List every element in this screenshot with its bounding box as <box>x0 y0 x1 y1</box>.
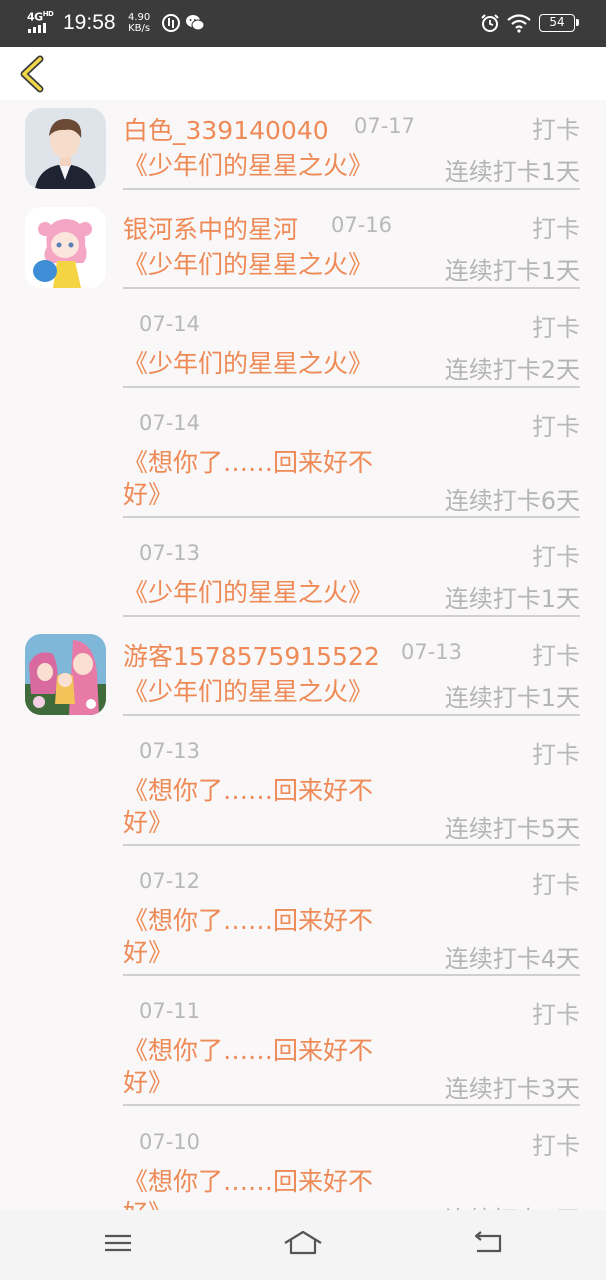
divider <box>123 188 580 190</box>
book-title[interactable]: 《想你了……回来好不 <box>123 775 373 807</box>
entry-header: 07-14 打卡 <box>123 306 580 342</box>
entry-header: 07-13 打卡 <box>123 535 580 571</box>
back-icon[interactable] <box>467 1226 507 1260</box>
checkin-label: 打卡 <box>532 543 580 571</box>
entry-header: 07-10 打卡 <box>123 1124 580 1160</box>
streak-text: 连续打卡4天 <box>444 945 580 973</box>
entry-date: 07-12 <box>139 869 201 893</box>
streak-text: 连续打卡3天 <box>444 1075 580 1103</box>
username[interactable]: 白色_339140040 <box>123 111 329 147</box>
entry-header: 07-11 打卡 <box>123 993 580 1029</box>
checkin-label: 打卡 <box>532 116 580 144</box>
entry-header: 游客1578575915522 07-13 打卡 <box>123 634 580 671</box>
book-title-cont[interactable]: 好》 <box>123 1198 173 1210</box>
entry-date: 07-13 <box>139 739 201 763</box>
book-title[interactable]: 《少年们的星星之火》 <box>123 577 373 609</box>
streak-text: 连续打卡6天 <box>444 487 580 515</box>
signal-icon <box>28 23 54 33</box>
divider <box>123 287 580 289</box>
data-saver-icon <box>162 14 180 32</box>
book-title-cont[interactable]: 好》 <box>123 807 173 839</box>
list-item[interactable]: 07-10 打卡 《想你了……回来好不 好》 连续打卡2天 <box>0 1124 606 1210</box>
clock: 19:58 <box>63 11 116 34</box>
chevron-left-icon[interactable] <box>12 53 52 95</box>
checkin-label: 打卡 <box>532 741 580 769</box>
divider <box>123 516 580 518</box>
avatar[interactable] <box>25 108 106 189</box>
checkin-label: 打卡 <box>532 642 580 670</box>
divider <box>123 844 580 846</box>
list-item[interactable]: 游客1578575915522 07-13 打卡 《少年们的星星之火》 连续打卡… <box>0 634 606 724</box>
menu-icon[interactable] <box>98 1226 138 1260</box>
streak-text: 连续打卡2天 <box>444 356 580 384</box>
entry-date: 07-13 <box>401 640 463 664</box>
entry-date: 07-14 <box>139 411 201 435</box>
book-title-cont[interactable]: 好》 <box>123 937 173 969</box>
book-title[interactable]: 《想你了……回来好不 <box>123 447 373 479</box>
network-speed: 4.90 KB/s <box>128 12 151 34</box>
list-item[interactable]: 07-11 打卡 《想你了……回来好不 好》 连续打卡3天 <box>0 993 606 1113</box>
streak-text: 连续打卡1天 <box>444 684 580 712</box>
entry-date: 07-11 <box>139 999 201 1023</box>
entry-date: 07-13 <box>139 541 201 565</box>
divider <box>123 615 580 617</box>
checkin-label: 打卡 <box>532 215 580 243</box>
divider <box>123 974 580 976</box>
divider <box>123 714 580 716</box>
entry-date: 07-16 <box>331 213 393 237</box>
list-item[interactable]: 银河系中的星河 07-16 打卡 《少年们的星星之火》 连续打卡1天 <box>0 207 606 297</box>
wifi-icon <box>507 14 531 33</box>
list-item[interactable]: 07-13 打卡 《少年们的星星之火》 连续打卡1天 <box>0 535 606 625</box>
entry-header: 07-14 打卡 <box>123 405 580 441</box>
streak-text: 连续打卡2天 <box>445 1200 580 1210</box>
book-title[interactable]: 《少年们的星星之火》 <box>123 348 373 380</box>
entry-header: 银河系中的星河 07-16 打卡 <box>123 207 580 244</box>
status-bar: 4GHD 19:58 4.90 KB/s 54 <box>0 0 606 47</box>
list-item[interactable]: 07-14 打卡 《少年们的星星之火》 连续打卡2天 <box>0 306 606 396</box>
username[interactable]: 游客1578575915522 <box>123 637 380 673</box>
book-title[interactable]: 《少年们的星星之火》 <box>123 150 373 182</box>
entry-header: 07-13 打卡 <box>123 733 580 769</box>
streak-text: 连续打卡1天 <box>444 585 580 613</box>
list-item[interactable]: 07-14 打卡 《想你了……回来好不 好》 连续打卡6天 <box>0 405 606 525</box>
streak-text: 连续打卡5天 <box>444 815 580 843</box>
system-nav-bar <box>0 1210 606 1280</box>
avatar[interactable] <box>25 634 106 715</box>
list-item[interactable]: 07-12 打卡 《想你了……回来好不 好》 连续打卡4天 <box>0 863 606 983</box>
book-title[interactable]: 《想你了……回来好不 <box>123 1035 373 1067</box>
divider <box>123 1104 580 1106</box>
streak-text: 连续打卡1天 <box>444 257 580 285</box>
book-title[interactable]: 《少年们的星星之火》 <box>123 676 373 708</box>
home-icon[interactable] <box>283 1226 323 1260</box>
checkin-label: 打卡 <box>532 1132 580 1160</box>
list-item[interactable]: 白色_339140040 07-17 打卡 《少年们的星星之火》 连续打卡1天 <box>0 108 606 198</box>
book-title-cont[interactable]: 好》 <box>123 1067 173 1099</box>
entry-header: 07-12 打卡 <box>123 863 580 899</box>
book-title[interactable]: 《少年们的星星之火》 <box>123 249 373 281</box>
list-item[interactable]: 07-13 打卡 《想你了……回来好不 好》 连续打卡5天 <box>0 733 606 853</box>
checkin-label: 打卡 <box>532 314 580 342</box>
header-bar <box>0 47 606 100</box>
username[interactable]: 银河系中的星河 <box>123 210 298 246</box>
book-title-cont[interactable]: 好》 <box>123 479 173 511</box>
alarm-icon <box>481 14 499 32</box>
entry-date: 07-17 <box>354 114 416 138</box>
checkin-list[interactable]: 白色_339140040 07-17 打卡 《少年们的星星之火》 连续打卡1天 … <box>0 100 606 1210</box>
checkin-label: 打卡 <box>532 1001 580 1029</box>
checkin-label: 打卡 <box>532 413 580 441</box>
book-title[interactable]: 《想你了……回来好不 <box>123 1166 373 1198</box>
divider <box>123 386 580 388</box>
checkin-label: 打卡 <box>532 871 580 899</box>
book-title[interactable]: 《想你了……回来好不 <box>123 905 373 937</box>
entry-date: 07-10 <box>139 1130 201 1154</box>
entry-date: 07-14 <box>139 312 201 336</box>
wechat-icon <box>186 15 205 31</box>
avatar[interactable] <box>25 207 106 288</box>
entry-header: 白色_339140040 07-17 打卡 <box>123 108 580 145</box>
streak-text: 连续打卡1天 <box>444 158 580 186</box>
battery-icon: 54 <box>539 14 579 32</box>
network-type: 4GHD <box>27 10 54 24</box>
